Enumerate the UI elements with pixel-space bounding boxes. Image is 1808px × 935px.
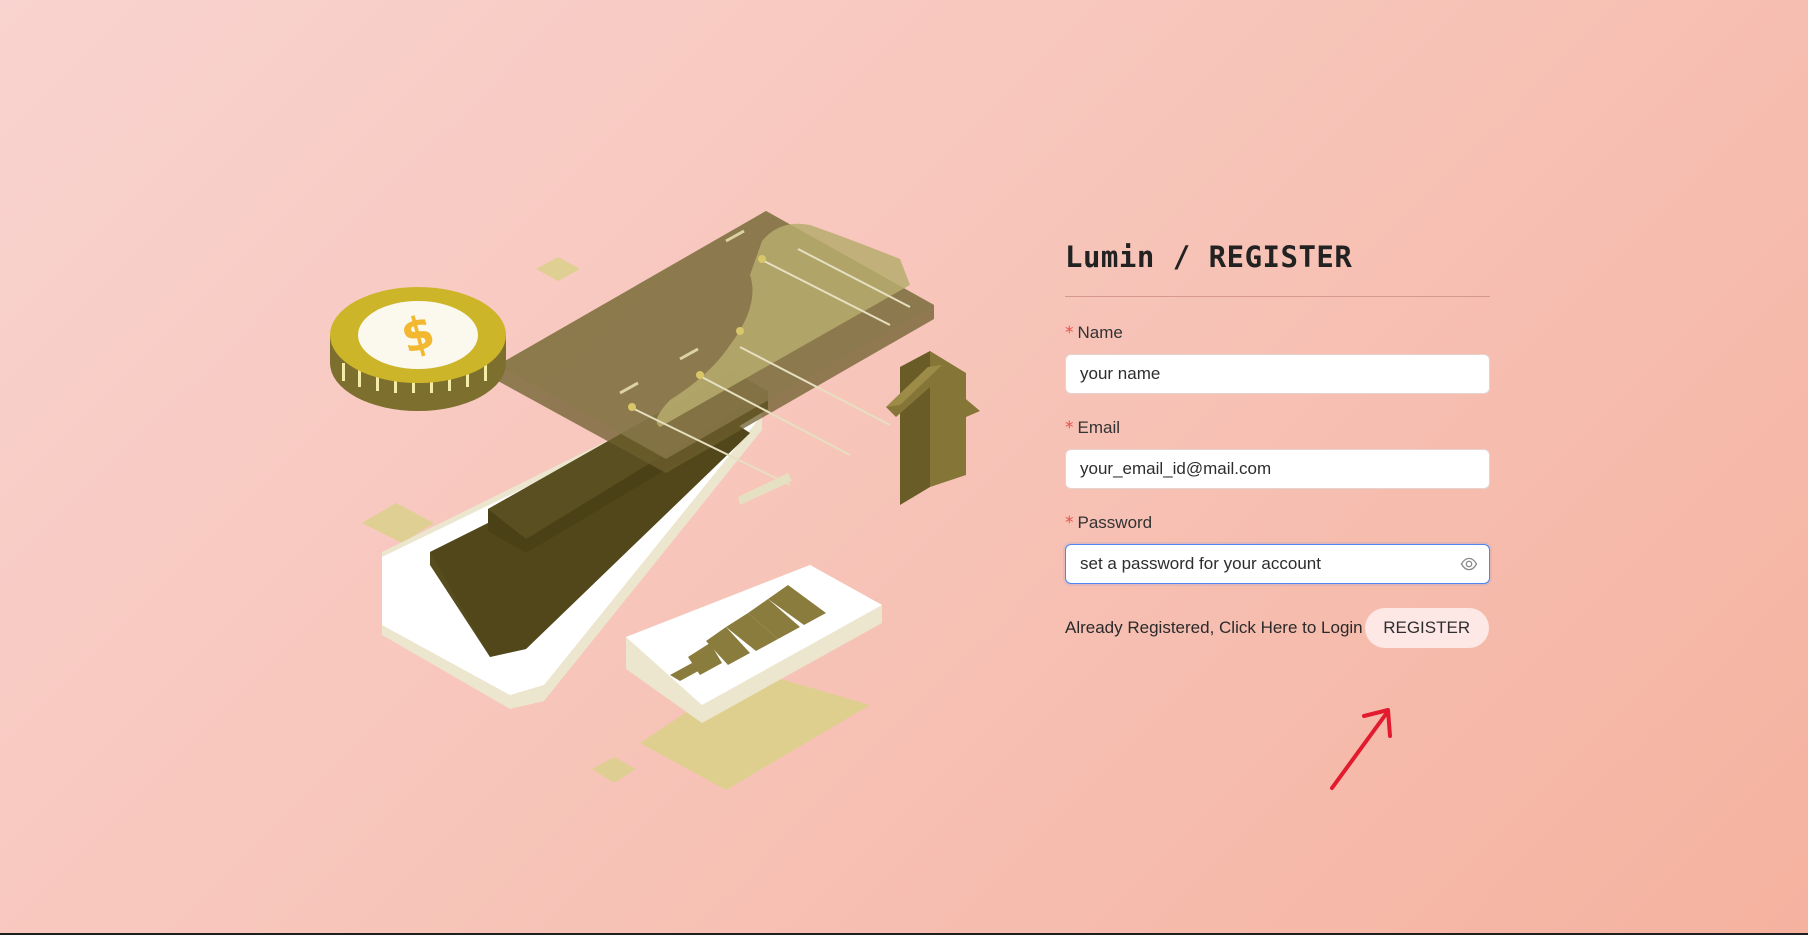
required-mark: *: [1065, 418, 1074, 438]
dollar-coin-icon: $: [330, 287, 506, 411]
required-mark: *: [1065, 323, 1074, 343]
email-label: * Email: [1065, 418, 1490, 438]
register-button[interactable]: REGISTER: [1364, 608, 1489, 648]
required-mark: *: [1065, 513, 1074, 533]
password-label: * Password: [1065, 513, 1490, 533]
diamond-decor-icon: [536, 257, 580, 281]
email-field-group: * Email: [1065, 418, 1490, 489]
email-input[interactable]: [1065, 449, 1490, 489]
diamond-decor-icon: [592, 757, 636, 783]
login-link[interactable]: Already Registered, Click Here to Login: [1065, 618, 1363, 638]
page-title: Lumin / REGISTER: [1065, 240, 1353, 274]
name-label-text: Name: [1077, 323, 1123, 342]
password-label-text: Password: [1077, 513, 1153, 532]
email-label-text: Email: [1077, 418, 1121, 437]
line-chart-panel-icon: [498, 211, 934, 486]
password-input[interactable]: [1065, 544, 1490, 584]
finance-illustration: $: [330, 211, 980, 790]
register-form: Lumin / REGISTER * Name * Email * Passwo…: [1065, 240, 1490, 648]
password-field-group: * Password: [1065, 513, 1490, 584]
red-arrow-annotation: [1330, 708, 1392, 790]
up-arrow-icon: [886, 351, 980, 505]
name-field-group: * Name: [1065, 323, 1490, 394]
password-input-wrap: [1065, 544, 1490, 584]
eye-icon[interactable]: [1460, 555, 1478, 573]
form-actions: Already Registered, Click Here to Login …: [1065, 608, 1490, 648]
title-divider: [1065, 296, 1490, 297]
name-input[interactable]: [1065, 354, 1490, 394]
name-label: * Name: [1065, 323, 1490, 343]
